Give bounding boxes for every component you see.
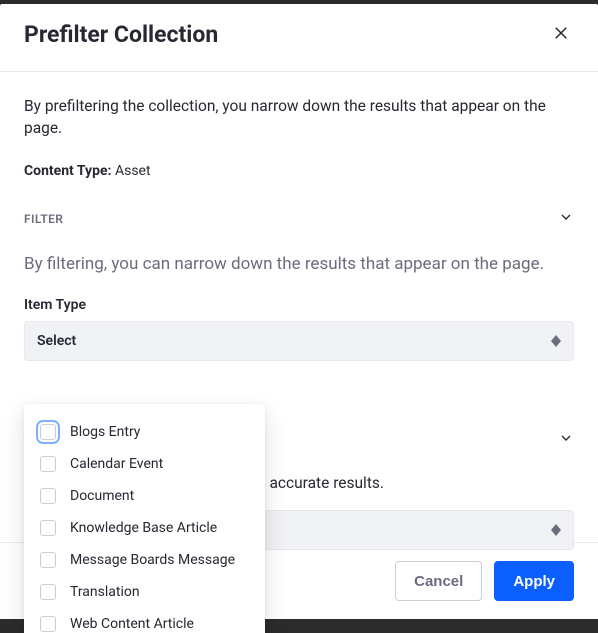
close-icon (552, 30, 570, 45)
chevron-down-icon (558, 209, 574, 229)
cancel-button[interactable]: Cancel (395, 561, 482, 601)
filter-heading: FILTER (24, 212, 63, 226)
checkbox-icon[interactable] (40, 424, 56, 440)
option-blogs-entry[interactable]: Blogs Entry (24, 416, 265, 448)
apply-button[interactable]: Apply (494, 561, 574, 601)
close-button[interactable] (548, 20, 574, 49)
modal-body: By prefiltering the collection, you narr… (0, 72, 598, 619)
option-label: Calendar Event (70, 456, 163, 472)
filter-section-toggle[interactable]: FILTER (24, 207, 574, 241)
checkbox-icon[interactable] (40, 456, 56, 472)
filter-description: By filtering, you can narrow down the re… (24, 253, 574, 277)
option-message-boards-message[interactable]: Message Boards Message (24, 544, 265, 576)
option-label: Translation (70, 584, 140, 600)
intro-text: By prefiltering the collection, you narr… (24, 96, 574, 139)
item-type-select[interactable]: Select (24, 321, 574, 361)
select-value: Select (37, 333, 76, 349)
option-translation[interactable]: Translation (24, 576, 265, 608)
checkbox-icon[interactable] (40, 488, 56, 504)
item-type-label: Item Type (24, 297, 574, 313)
item-type-dropdown: Blogs Entry Calendar Event Document Know… (24, 404, 265, 633)
sort-icon (551, 524, 561, 536)
option-calendar-event[interactable]: Calendar Event (24, 448, 265, 480)
option-web-content-article[interactable]: Web Content Article (24, 608, 265, 633)
option-document[interactable]: Document (24, 480, 265, 512)
content-type-line: Content Type: Asset (24, 163, 574, 179)
option-label: Blogs Entry (70, 424, 140, 440)
sort-icon (551, 335, 561, 347)
modal-title: Prefilter Collection (24, 21, 218, 48)
chevron-down-icon (558, 430, 574, 450)
checkbox-icon[interactable] (40, 520, 56, 536)
content-type-label: Content Type: (24, 163, 111, 179)
checkbox-icon[interactable] (40, 584, 56, 600)
modal-header: Prefilter Collection (0, 4, 598, 72)
option-label: Web Content Article (70, 616, 194, 632)
option-label: Message Boards Message (70, 552, 235, 568)
option-knowledge-base-article[interactable]: Knowledge Base Article (24, 512, 265, 544)
checkbox-icon[interactable] (40, 616, 56, 632)
option-label: Knowledge Base Article (70, 520, 217, 536)
checkbox-icon[interactable] (40, 552, 56, 568)
content-type-value: Asset (115, 163, 151, 179)
prefilter-modal: Prefilter Collection By prefiltering the… (0, 4, 598, 619)
option-label: Document (70, 488, 134, 504)
